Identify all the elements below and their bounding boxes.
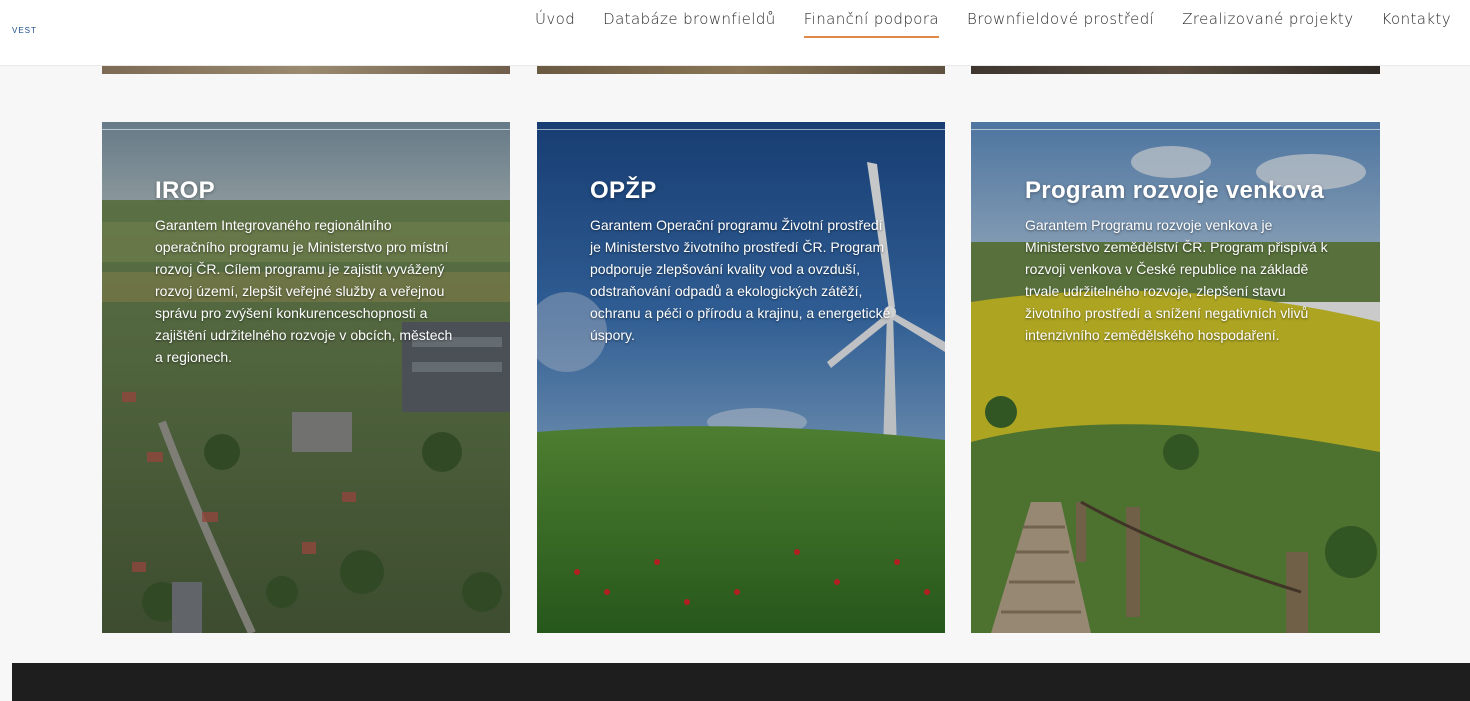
card-opzp[interactable]: OPŽP Garantem Operační programu Životní …: [537, 122, 945, 633]
card-content: IROP Garantem Integrovaného regionálního…: [155, 176, 458, 368]
card-image-strip: [102, 66, 510, 74]
card-image-strip: [971, 66, 1380, 74]
card-divider: [971, 129, 1380, 130]
nav-item-kontakty[interactable]: Kontakty: [1382, 10, 1452, 38]
card-program-rozvoje-venkova[interactable]: Program rozvoje venkova Garantem Program…: [971, 122, 1380, 633]
card-text: Garantem Integrovaného regionálního oper…: [155, 217, 453, 365]
card-title: OPŽP: [590, 177, 657, 204]
card-content: OPŽP Garantem Operační programu Životní …: [590, 176, 893, 346]
card-title: IROP: [155, 177, 215, 204]
card-irop[interactable]: IROP Garantem Integrovaného regionálního…: [102, 122, 510, 633]
card-text: Garantem Programu rozvoje venkova je Min…: [1025, 217, 1328, 343]
card-image-strip: [537, 66, 945, 74]
site-header: VEST Úvod Databáze brownfieldů Finanční …: [0, 0, 1470, 66]
nav-item-financni-podpora[interactable]: Finanční podpora: [803, 10, 939, 38]
card-divider: [537, 129, 945, 130]
main-nav: Úvod Databáze brownfieldů Finanční podpo…: [507, 10, 1451, 38]
site-footer: [12, 663, 1470, 701]
nav-item-zrealizovane-projekty[interactable]: Zrealizované projekty: [1182, 10, 1353, 38]
site-logo[interactable]: VEST: [12, 26, 37, 35]
card-content: Program rozvoje venkova Garantem Program…: [1025, 176, 1332, 346]
nav-item-uvod[interactable]: Úvod: [535, 10, 575, 38]
card-title: Program rozvoje venkova: [1025, 177, 1325, 204]
card-text: Garantem Operační programu Životní prost…: [590, 217, 891, 343]
nav-item-brownfieldove-prostredi[interactable]: Brownfieldové prostředí: [967, 10, 1154, 38]
nav-item-databaze[interactable]: Databáze brownfieldů: [603, 10, 776, 38]
card-divider: [102, 129, 510, 130]
